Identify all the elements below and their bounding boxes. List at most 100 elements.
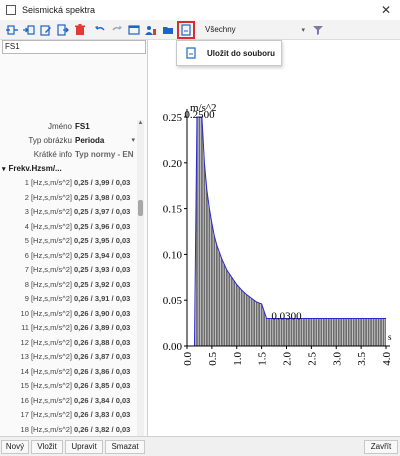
table-row[interactable]: 8 [Hz,s,m/s^2] 0,25 / 3,92 / 0,03: [0, 278, 137, 293]
freq-row-value[interactable]: 0,25 / 3,92 / 0,03: [74, 278, 137, 292]
freq-row-value[interactable]: 0,25 / 3,94 / 0,03: [74, 249, 137, 263]
scroll-thumb[interactable]: [138, 200, 143, 216]
table-row[interactable]: 1 [Hz,s,m/s^2] 0,25 / 3,99 / 0,03: [0, 176, 137, 191]
filter-select[interactable]: Všechny ▾: [201, 22, 309, 38]
title-bar: Seismická spektra ✕: [0, 0, 400, 20]
table-row[interactable]: 11 [Hz,s,m/s^2] 0,26 / 3,89 / 0,03: [0, 321, 137, 336]
chart-area: 0.00 0.05 0.10 0.15 0.20 0.25 0.0 0.5 1.0 1.5 2.0 2…: [148, 40, 400, 436]
table-row[interactable]: 9 [Hz,s,m/s^2] 0,26 / 3,91 / 0,03: [0, 292, 137, 307]
save-to-file-icon[interactable]: [177, 20, 195, 39]
insert-button[interactable]: Vložit: [31, 440, 63, 454]
freq-row-value[interactable]: 0,25 / 3,93 / 0,03: [74, 263, 137, 277]
freq-row-label: 17 [Hz,s,m/s^2]: [20, 410, 72, 419]
data-label: 0.0300: [271, 311, 302, 323]
freq-row-value[interactable]: 0,26 / 3,82 / 0,03: [74, 423, 137, 437]
left-panel: FS1 Jméno FS1 Typ obrázku Perioda ▾ Krátk…: [0, 40, 148, 456]
freq-row-value[interactable]: 0,26 / 3,91 / 0,03: [74, 292, 137, 306]
filter-select-value: Všechny: [205, 25, 236, 34]
redo-icon[interactable]: [109, 22, 125, 38]
new-icon[interactable]: [4, 22, 20, 38]
freq-row-value[interactable]: 0,26 / 3,83 / 0,03: [74, 408, 137, 422]
x-tick-label: 3.0: [331, 352, 343, 366]
section-label: Frekv.Hzsm/...: [8, 164, 62, 173]
prop-label: Krátké info: [33, 150, 72, 159]
table-row[interactable]: 2 [Hz,s,m/s^2] 0,25 / 3,98 / 0,03: [0, 191, 137, 206]
freq-row-value[interactable]: 0,25 / 3,96 / 0,03: [74, 220, 137, 234]
prop-value-image-type[interactable]: Perioda ▾: [75, 134, 137, 147]
chevron-down-icon: ▾: [131, 137, 135, 144]
close-window-button[interactable]: ✕: [378, 2, 394, 18]
table-row[interactable]: 14 [Hz,s,m/s^2] 0,26 / 3,86 / 0,03: [0, 365, 137, 380]
freq-row-value[interactable]: 0,26 / 3,85 / 0,03: [74, 379, 137, 393]
freq-row-value[interactable]: 0,26 / 3,86 / 0,03: [74, 365, 137, 379]
table-row[interactable]: 10 [Hz,s,m/s^2] 0,26 / 3,90 / 0,03: [0, 307, 137, 322]
chevron-down-icon: ▾: [2, 166, 6, 173]
freq-row-value[interactable]: 0,25 / 3,99 / 0,03: [74, 176, 137, 190]
freq-row-value[interactable]: 0,25 / 3,97 / 0,03: [74, 205, 137, 219]
table-row[interactable]: 15 [Hz,s,m/s^2] 0,26 / 3,85 / 0,03: [0, 379, 137, 394]
delete-icon[interactable]: [72, 22, 88, 38]
table-row[interactable]: 4 [Hz,s,m/s^2] 0,25 / 3,96 / 0,03: [0, 220, 137, 235]
x-tick-label: 2.0: [282, 352, 294, 366]
new-button[interactable]: Nový: [1, 440, 29, 454]
freq-row-label: 10 [Hz,s,m/s^2]: [20, 308, 72, 318]
table-row[interactable]: 17 [Hz,s,m/s^2] 0,26 / 3,83 / 0,03: [0, 408, 137, 423]
table-row[interactable]: 18 [Hz,s,m/s^2] 0,26 / 3,82 / 0,03: [0, 423, 137, 438]
freq-row-label: 4 [Hz,s,m/s^2]: [24, 221, 72, 231]
freq-row-label: 8 [Hz,s,m/s^2]: [24, 279, 72, 289]
freq-row-label: 3 [Hz,s,m/s^2]: [24, 207, 72, 216]
freq-row-value[interactable]: 0,26 / 3,89 / 0,03: [74, 321, 137, 335]
prop-label: Jméno: [47, 122, 72, 131]
freq-row-value[interactable]: 0,26 / 3,87 / 0,03: [74, 350, 137, 364]
spectra-list[interactable]: FS1: [2, 40, 146, 54]
y-tick-label: 0.20: [163, 158, 183, 170]
table-icon[interactable]: [126, 22, 142, 38]
save-file-icon: [185, 47, 197, 59]
window-title: Seismická spektra: [22, 5, 96, 15]
insert-icon[interactable]: [21, 22, 37, 38]
table-row[interactable]: 12 [Hz,s,m/s^2] 0,26 / 3,88 / 0,03: [0, 336, 137, 351]
table-row[interactable]: 13 [Hz,s,m/s^2] 0,26 / 3,87 / 0,03: [0, 350, 137, 365]
x-tick-label: 0.5: [207, 352, 219, 366]
freq-row-value[interactable]: 0,26 / 3,88 / 0,03: [74, 336, 137, 350]
edit-icon[interactable]: [38, 22, 54, 38]
freq-row-value[interactable]: 0,25 / 3,98 / 0,03: [74, 191, 137, 205]
freq-row-label: 16 [Hz,s,m/s^2]: [20, 395, 72, 405]
y-tick-label: 0.15: [163, 204, 183, 216]
filter-icon[interactable]: [311, 23, 325, 37]
open-folder-icon[interactable]: [160, 22, 176, 38]
table-row[interactable]: 16 [Hz,s,m/s^2] 0,26 / 3,84 / 0,03: [0, 394, 137, 409]
scroll-up-icon[interactable]: ▲: [137, 120, 144, 127]
scrollbar[interactable]: ▲ ▼: [137, 120, 144, 456]
close-button[interactable]: Zavřít: [364, 440, 398, 454]
freq-row-value[interactable]: 0,26 / 3,90 / 0,03: [74, 307, 137, 321]
undo-icon[interactable]: [92, 22, 108, 38]
save-to-file-menu-item[interactable]: Uložit do souboru: [207, 49, 275, 58]
table-row[interactable]: 7 [Hz,s,m/s^2] 0,25 / 3,93 / 0,03: [0, 263, 137, 278]
freq-row-value[interactable]: 0,25 / 3,95 / 0,03: [74, 234, 137, 248]
x-tick-label: 0.0: [182, 352, 194, 366]
freq-row-value[interactable]: 0,26 / 3,84 / 0,03: [74, 394, 137, 408]
prop-row-typ-obrazku: Typ obrázku Perioda ▾: [0, 134, 137, 147]
user-settings-icon[interactable]: [143, 22, 159, 38]
table-row[interactable]: 5 [Hz,s,m/s^2] 0,25 / 3,95 / 0,03: [0, 234, 137, 249]
freq-row-label: 5 [Hz,s,m/s^2]: [24, 236, 72, 245]
list-item[interactable]: FS1: [5, 41, 145, 53]
toolbar: Všechny ▾: [0, 20, 400, 40]
prop-row-kratke-info: Krátké info Typ normy - EN: [0, 148, 137, 161]
freq-row-label: 7 [Hz,s,m/s^2]: [24, 265, 72, 274]
import-icon[interactable]: [55, 22, 71, 38]
x-tick-label: 3.5: [356, 352, 368, 366]
section-freq-header[interactable]: ▾ Frekv.Hzsm/...: [0, 162, 137, 175]
save-popup-menu: Uložit do souboru: [176, 40, 282, 66]
delete-button[interactable]: Smazat: [105, 440, 145, 454]
table-row[interactable]: 3 [Hz,s,m/s^2] 0,25 / 3,97 / 0,03: [0, 205, 137, 220]
prop-label: Typ obrázku: [28, 136, 72, 145]
chevron-down-icon: ▾: [301, 26, 305, 34]
x-tick-label: 2.5: [306, 352, 318, 366]
edit-button[interactable]: Upravit: [65, 440, 103, 454]
table-row[interactable]: 6 [Hz,s,m/s^2] 0,25 / 3,94 / 0,03: [0, 249, 137, 264]
freq-row-label: 2 [Hz,s,m/s^2]: [24, 192, 72, 202]
freq-row-label: 9 [Hz,s,m/s^2]: [24, 294, 72, 303]
prop-value-name[interactable]: FS1: [75, 120, 137, 133]
